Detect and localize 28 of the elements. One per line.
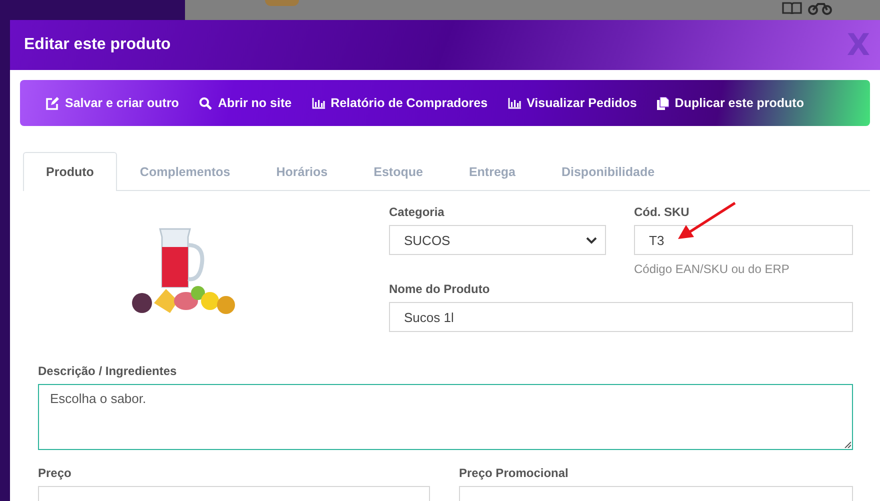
field-label: Cód. SKU (634, 205, 690, 219)
book-icon (782, 1, 802, 15)
chevron-down-icon (586, 236, 597, 244)
field-label: Nome do Produto (389, 282, 491, 296)
modal-title: Editar este produto (24, 36, 171, 54)
motorcycle-icon (808, 1, 832, 15)
help-text: Código EAN/SKU ou do ERP (634, 262, 790, 276)
field-label: Preço (38, 466, 72, 480)
toolbar-button[interactable]: Duplicar este produto (656, 96, 804, 110)
category-select[interactable]: SUCOS (389, 225, 606, 255)
copy-icon (656, 96, 669, 110)
bar-chart-icon (312, 98, 325, 108)
resize-handle-icon (844, 441, 851, 448)
toolbar-button[interactable]: Salvar e criar outro (46, 96, 179, 110)
toolbar-button[interactable]: Abrir no site (198, 96, 292, 110)
description-textarea[interactable]: Escolha o sabor. (38, 384, 853, 450)
bar-chart-icon (508, 98, 521, 108)
product-name-input[interactable]: Sucos 1l (389, 302, 853, 332)
toolbar-button[interactable]: Relatório de Compradores (312, 96, 488, 110)
field-label: Preço Promocional (459, 466, 570, 480)
edit-icon (46, 96, 59, 110)
photo-placeholder (265, 0, 299, 6)
toolbar-button[interactable]: Visualizar Pedidos (508, 96, 637, 110)
tab[interactable]: Produto (23, 152, 117, 191)
sku-input[interactable]: T3 (634, 225, 853, 255)
field-label: Descrição / Ingredientes (38, 364, 178, 378)
field-label: Categoria (389, 205, 446, 219)
search-icon (198, 96, 212, 110)
